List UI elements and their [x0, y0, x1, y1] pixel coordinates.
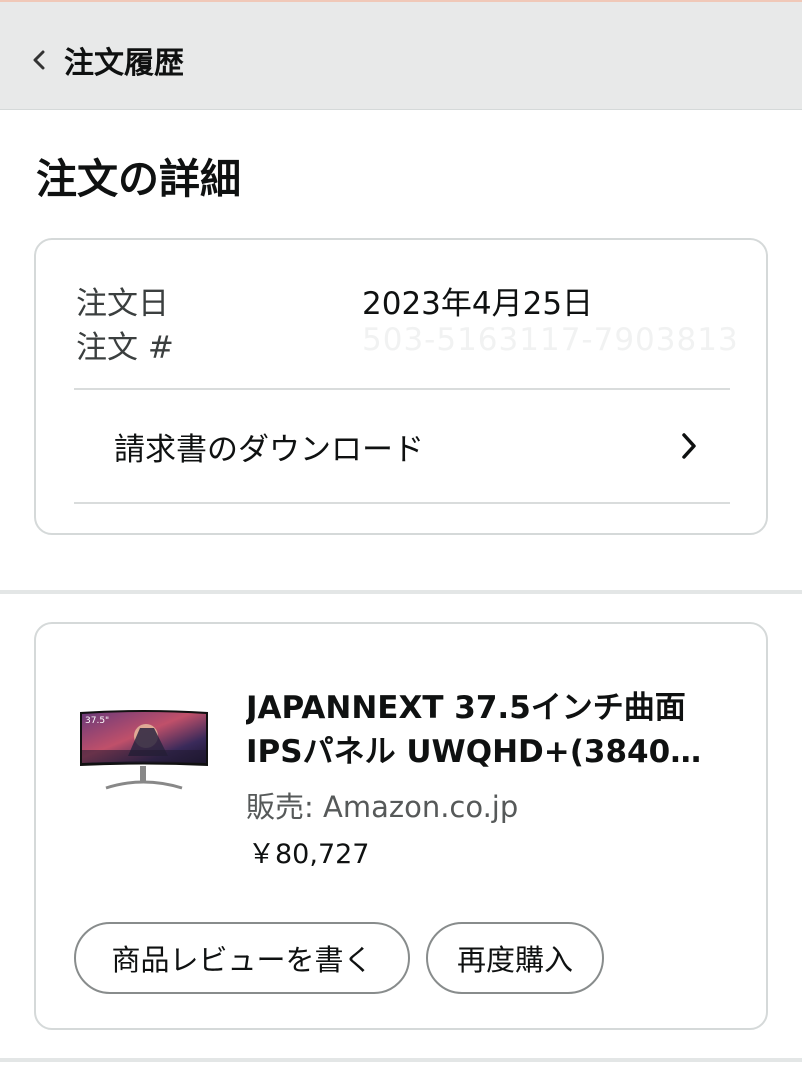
divider — [74, 502, 730, 504]
order-summary-card: 注文日 2023年4月25日 注文 # 503-5163117-7903813 … — [34, 238, 768, 535]
section-separator — [0, 1058, 802, 1062]
section-separator — [0, 590, 802, 594]
invoice-download-label: 請求書のダウンロード — [114, 431, 424, 468]
seller-info: 販売: Amazon.co.jp — [246, 790, 519, 824]
top-bar: 注文履歴 — [0, 2, 802, 110]
chevron-left-icon — [28, 49, 50, 71]
page-title: 注文の詳細 — [36, 155, 241, 203]
back-to-order-history-link[interactable]: 注文履歴 — [28, 38, 184, 82]
item-price: ￥80,727 — [248, 839, 370, 870]
order-date-value: 2023年4月25日 — [362, 286, 594, 322]
invoice-download-link[interactable]: 請求書のダウンロード — [74, 390, 730, 502]
chevron-right-icon — [674, 431, 704, 461]
product-title-line-2: IPSパネル UWQHD+(3840… — [246, 734, 702, 770]
product-thumbnail[interactable]: 37.5" — [76, 706, 212, 798]
thumbnail-size-badge: 37.5" — [85, 716, 109, 726]
order-date-label: 注文日 — [76, 286, 169, 322]
product-title-link[interactable]: JAPANNEXT 37.5インチ曲面 IPSパネル UWQHD+(3840… — [246, 686, 726, 774]
buy-again-button[interactable]: 再度購入 — [426, 922, 604, 994]
order-item-card: 37.5" JAPANNEXT 37.5インチ曲面 IPSパネル UWQHD+(… — [34, 622, 768, 1030]
product-title-line-1: JAPANNEXT 37.5インチ曲面 — [246, 690, 686, 726]
order-number-label: 注文 # — [76, 330, 174, 366]
order-number-value: 503-5163117-7903813 — [362, 322, 739, 358]
write-review-button[interactable]: 商品レビューを書く — [74, 922, 410, 994]
back-link-label: 注文履歴 — [64, 46, 184, 81]
